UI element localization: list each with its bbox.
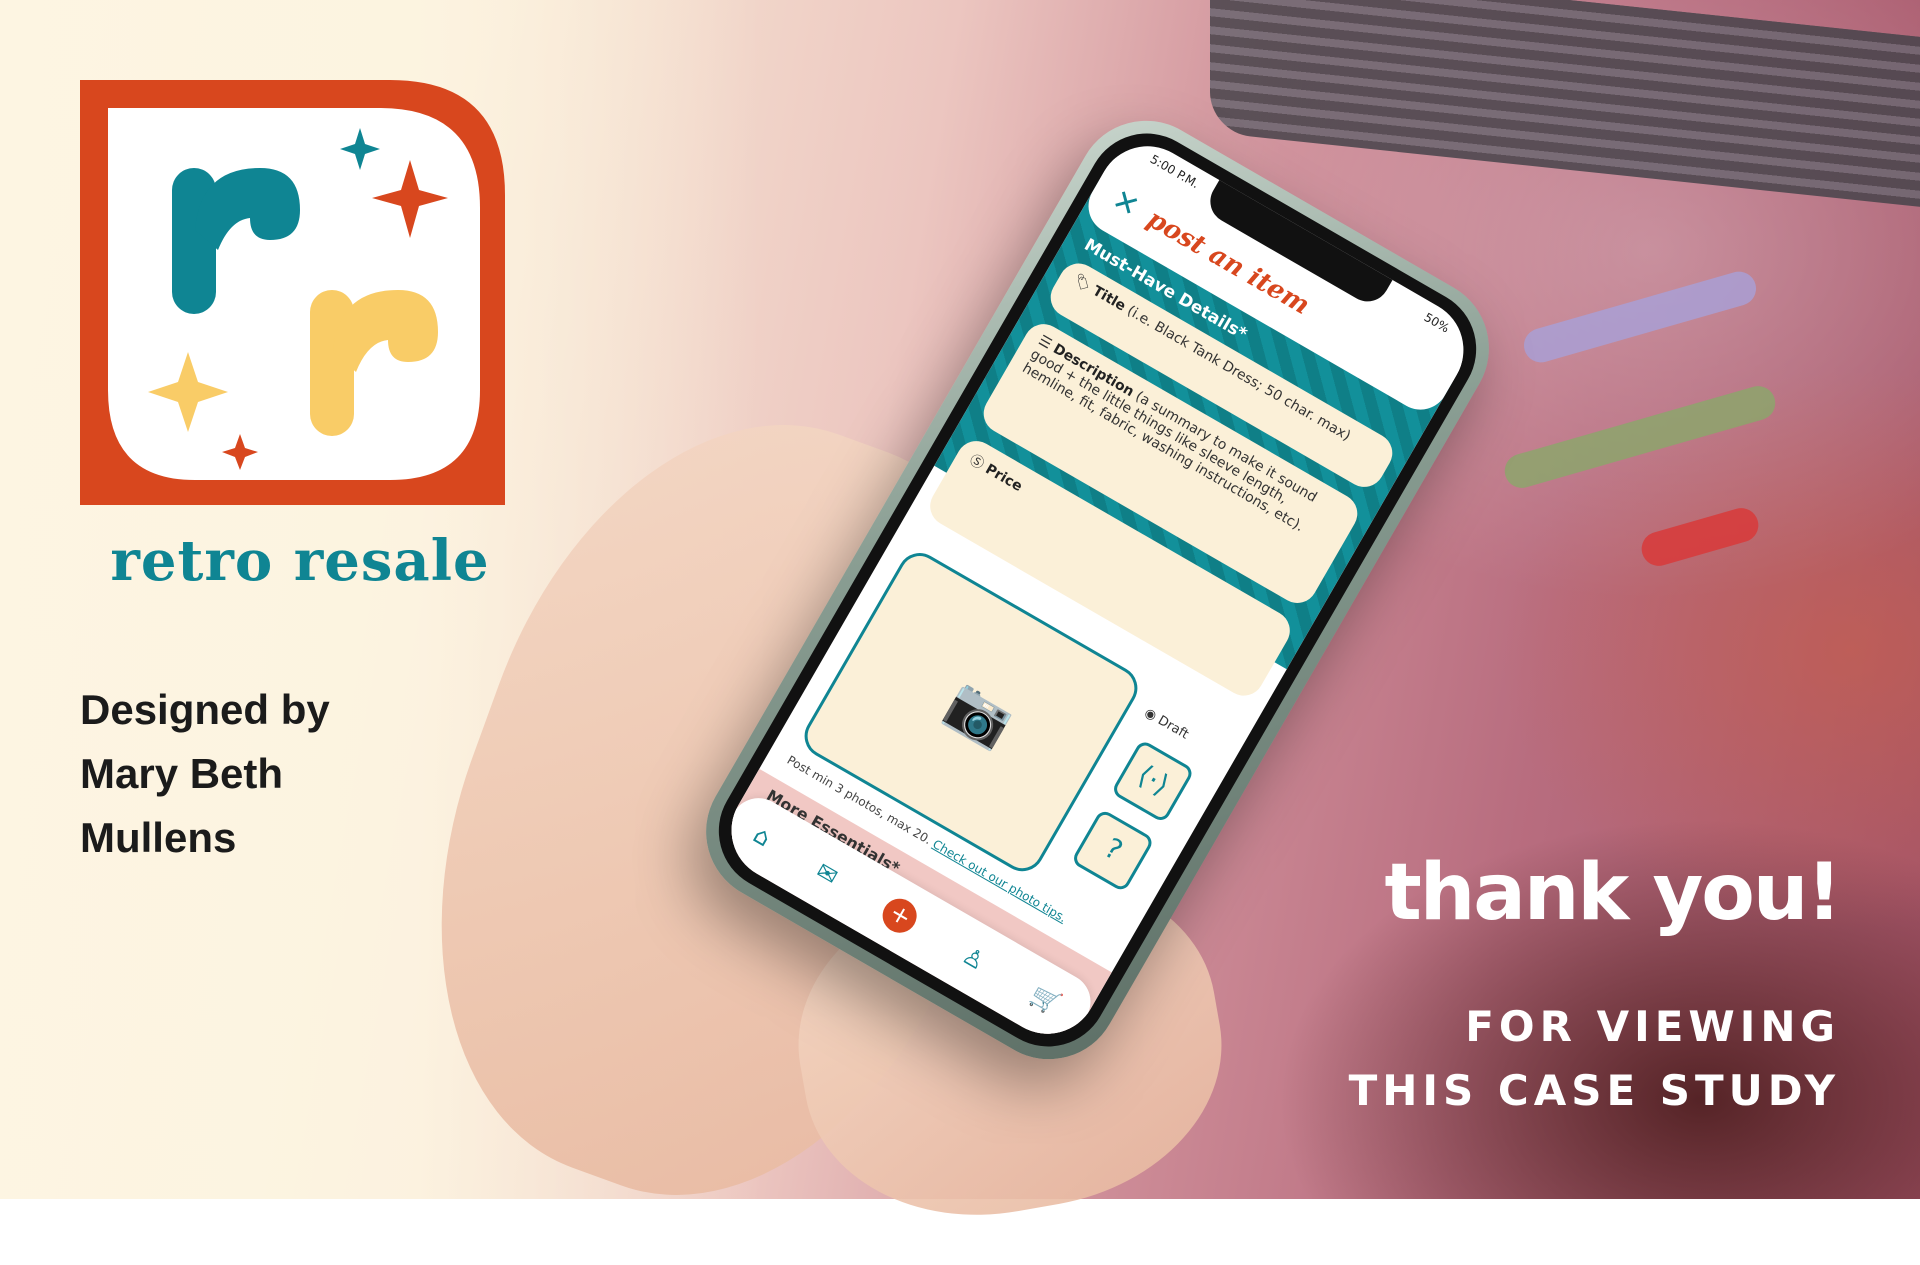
mail-icon[interactable]: ✉ [811,857,842,891]
price-field-label: Price [982,461,1025,495]
closing-subtitle: FOR VIEWING THIS CASE STUDY [1349,995,1840,1123]
credit-line-3: Mullens [80,814,237,861]
home-icon[interactable]: ⌂ [749,820,776,852]
preview-sign-icon[interactable]: ⟨·⟩ [1110,738,1196,824]
camera-icon: 📷 [936,671,1023,756]
cart-icon[interactable]: 🛒 [1026,980,1066,1019]
retro-resale-logo [80,80,505,505]
designer-credit: Designed by Mary Beth Mullens [80,678,330,870]
help-book-icon[interactable]: ? [1070,808,1156,893]
thank-you-heading: thank you! [1384,848,1842,938]
status-battery: 50% [1421,310,1452,336]
credit-line-1: Designed by [80,686,330,733]
profile-icon[interactable]: ♙ [957,941,990,976]
tag-icon: 🏷 [1070,271,1094,295]
draft-label: Draft [1155,713,1192,743]
closing-line-2: THIS CASE STUDY [1348,1066,1840,1115]
add-icon[interactable]: + [876,892,924,940]
closing-line-1: FOR VIEWING [1465,1002,1840,1051]
credit-line-2: Mary Beth [80,750,284,797]
close-icon[interactable]: ✕ [1106,182,1145,225]
brand-name: retro resale [110,528,490,594]
title-field-label: Title [1089,283,1129,315]
